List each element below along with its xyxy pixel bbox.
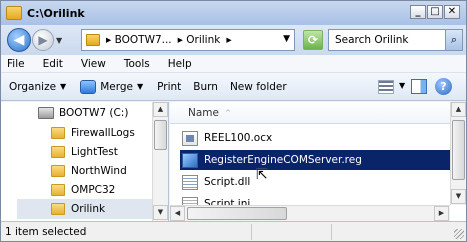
folder-icon [6, 6, 22, 20]
dll-file-icon [182, 174, 198, 190]
new-folder-button[interactable]: New folder [230, 81, 287, 93]
tree-item-label: OMPC32 [71, 184, 116, 196]
tree-item-label: LightTest [71, 146, 118, 158]
folder-icon [51, 146, 65, 158]
title-bar[interactable]: C:\Orilink _ □ ✕ [1, 1, 466, 25]
file-list-horizontal-scrollbar[interactable]: ◀ ▶ [170, 205, 450, 221]
navigation-scrollbar[interactable]: ▲ ▼ [152, 102, 168, 221]
recent-pages-dropdown[interactable]: ▼ [56, 36, 66, 45]
file-name: Script.dll [204, 176, 251, 188]
address-bar[interactable]: ▸ BOOTW7... ▸ Orilink ▸ ▼ [81, 29, 295, 51]
help-icon[interactable]: ? [435, 78, 452, 95]
tree-item-label: Orilink [71, 203, 106, 215]
close-button[interactable]: ✕ [444, 5, 460, 19]
refresh-button[interactable]: ⟳ [303, 30, 323, 50]
scroll-down-button[interactable]: ▼ [451, 189, 466, 204]
scrollbar-thumb[interactable] [187, 207, 287, 220]
folder-icon [86, 34, 100, 46]
breadcrumb-bootw7[interactable]: ▸ BOOTW7... [106, 34, 172, 46]
scrollbar-thumb[interactable] [154, 120, 167, 150]
folder-icon [51, 127, 65, 139]
folder-icon [51, 203, 65, 215]
chevron-down-icon: ▼ [136, 82, 144, 91]
back-button[interactable]: ◀ [7, 28, 31, 52]
preview-pane-icon[interactable] [411, 79, 427, 94]
views-icon[interactable] [378, 80, 394, 94]
scroll-right-button[interactable]: ▶ [434, 206, 449, 221]
organize-label: Organize [9, 80, 57, 93]
tree-item-label: BOOTW7 (C:) [59, 107, 129, 119]
status-divider [251, 224, 252, 240]
print-button[interactable]: Print [157, 81, 181, 93]
maximize-button[interactable]: □ [427, 5, 443, 19]
file-row-selected[interactable]: RegisterEngineCOMServer.reg [180, 150, 450, 170]
menu-help[interactable]: Help [159, 58, 201, 70]
menu-tools[interactable]: Tools [115, 58, 159, 70]
tree-item-firewalllogs[interactable]: FirewallLogs [51, 123, 135, 143]
scroll-up-button[interactable]: ▲ [153, 102, 168, 117]
tree-item-label: FirewallLogs [71, 127, 135, 139]
forward-button[interactable]: ▶ [32, 29, 54, 51]
merge-icon [80, 79, 97, 94]
tree-item-ompc32[interactable]: OMPC32 [51, 180, 115, 200]
column-header-name[interactable]: Name ^ [170, 102, 450, 124]
navigation-pane: BOOTW7 (C:) FirewallLogs LightTest North… [1, 102, 169, 221]
reg-file-icon [182, 152, 198, 168]
scrollbar-thumb[interactable] [452, 120, 465, 180]
mouse-cursor-icon: ⇱ [256, 167, 268, 183]
burn-button[interactable]: Burn [193, 81, 218, 93]
scroll-down-button[interactable]: ▼ [153, 205, 168, 220]
file-row[interactable]: Script.dll [180, 172, 450, 192]
window-title: C:\Orilink [27, 6, 85, 20]
address-row: ◀ ▶ ▼ ▸ BOOTW7... ▸ Orilink ▸ ▼ ⟳ Search… [1, 25, 466, 55]
merge-label: Merge [100, 80, 133, 93]
sort-ascending-icon: ^ [224, 108, 231, 117]
folder-icon [51, 165, 65, 177]
drive-icon [38, 107, 54, 119]
ocx-file-icon [182, 130, 198, 146]
status-text: 1 item selected [5, 225, 87, 238]
file-name: RegisterEngineCOMServer.reg [204, 154, 362, 166]
menu-bar: File Edit View Tools Help [1, 55, 466, 73]
breadcrumb-orilink[interactable]: ▸ Orilink [178, 34, 221, 46]
caption-buttons: _ □ ✕ [409, 5, 460, 19]
tree-item-label: NorthWind [71, 165, 127, 177]
file-row[interactable]: REEL100.ocx [180, 128, 450, 148]
minimize-button[interactable]: _ [410, 5, 426, 19]
menu-view[interactable]: View [72, 58, 115, 70]
breadcrumb-subfolders[interactable]: ▸ [226, 34, 231, 46]
folder-icon [51, 184, 65, 196]
search-icon[interactable]: ⌕ [445, 29, 463, 51]
menu-edit[interactable]: Edit [34, 58, 72, 70]
merge-button[interactable]: Merge ▼ [80, 79, 144, 94]
menu-file[interactable]: File [1, 58, 34, 70]
scroll-up-button[interactable]: ▲ [451, 102, 466, 117]
status-bar: 1 item selected [1, 221, 466, 241]
status-divider [331, 224, 332, 240]
chevron-down-icon[interactable]: ▼ [399, 81, 405, 90]
chevron-down-icon: ▼ [60, 82, 67, 91]
file-name: REEL100.ocx [204, 132, 273, 144]
resize-grip-icon[interactable] [454, 229, 464, 239]
chevron-down-icon[interactable]: ▼ [283, 34, 290, 44]
file-list-scrollbar[interactable]: ▲ ▼ [450, 102, 466, 205]
command-bar: Organize ▼ Merge ▼ Print Burn New folder… [1, 73, 466, 101]
tree-item-northwind[interactable]: NorthWind [51, 161, 127, 181]
organize-button[interactable]: Organize ▼ [9, 81, 66, 93]
search-input[interactable]: Search Orilink [328, 29, 446, 51]
scroll-left-button[interactable]: ◀ [170, 206, 185, 221]
tree-item-drive[interactable]: BOOTW7 (C:) [38, 103, 128, 123]
tree-item-orilink[interactable]: Orilink [17, 199, 152, 219]
file-list-pane: Name ^ REEL100.ocx RegisterEngineCOMServ… [170, 102, 466, 221]
column-name-label: Name [188, 106, 219, 119]
explorer-window: C:\Orilink _ □ ✕ ◀ ▶ ▼ ▸ BOOTW7... ▸ Ori… [0, 0, 467, 242]
tree-item-lighttest[interactable]: LightTest [51, 142, 118, 162]
